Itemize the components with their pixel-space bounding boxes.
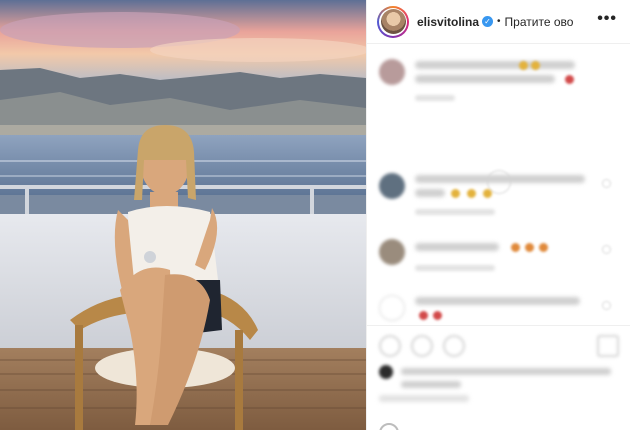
- post-header: elisvitolina ✓ • Пратите ово •••: [367, 0, 630, 44]
- comment-like-icon[interactable]: [602, 301, 611, 310]
- comment-meta: [415, 265, 495, 271]
- emoji-icon: [519, 61, 528, 70]
- emoji-icon: [539, 243, 548, 252]
- comment-text: [415, 189, 445, 197]
- emoji-icon: [467, 189, 476, 198]
- commenter-avatar[interactable]: [379, 173, 405, 199]
- list-item: [379, 59, 619, 109]
- list-item: [379, 295, 619, 325]
- liker-avatar[interactable]: [379, 365, 393, 379]
- commenter-avatar[interactable]: [379, 59, 405, 85]
- emoji-icon[interactable]: [379, 423, 399, 430]
- emoji-icon: [525, 243, 534, 252]
- author-avatar[interactable]: [377, 5, 409, 38]
- commenter-avatar[interactable]: [379, 239, 405, 265]
- emoji-icon: [451, 189, 460, 198]
- comments-list: [367, 45, 630, 325]
- comment-text: [415, 175, 585, 183]
- more-options-icon[interactable]: •••: [597, 10, 617, 28]
- follow-button[interactable]: Пратите ово: [505, 15, 574, 29]
- share-icon[interactable]: [443, 335, 465, 357]
- list-item: [379, 173, 619, 223]
- list-item: [379, 239, 619, 283]
- verified-badge-icon: ✓: [482, 16, 494, 27]
- emoji-icon: [531, 61, 540, 70]
- comment-like-icon[interactable]: [602, 179, 611, 188]
- bookmark-icon[interactable]: [597, 335, 619, 357]
- author-username[interactable]: elisvitolina: [417, 15, 479, 29]
- comment-text: [415, 243, 499, 251]
- comment-meta: [415, 209, 495, 215]
- emoji-icon: [433, 311, 442, 320]
- comment-text: [415, 297, 580, 305]
- emoji-icon: [565, 75, 574, 84]
- post-timestamp: [379, 395, 469, 402]
- likes-text[interactable]: [401, 381, 461, 388]
- emoji-icon: [511, 243, 520, 252]
- likes-summary: [379, 365, 619, 405]
- post-photo[interactable]: [0, 0, 366, 430]
- post-side-panel: elisvitolina ✓ • Пратите ово •••: [366, 0, 630, 430]
- emoji-icon: [419, 311, 428, 320]
- comment-text: [415, 75, 555, 83]
- heart-icon[interactable]: [379, 335, 401, 357]
- comment-icon[interactable]: [411, 335, 433, 357]
- comment-like-icon[interactable]: [602, 245, 611, 254]
- emoji-icon: [483, 189, 492, 198]
- comment-meta: [415, 95, 455, 101]
- post-photo-image: [0, 0, 366, 430]
- header-separator: •: [497, 16, 501, 27]
- post-actions-bar: [367, 325, 630, 365]
- comment-text: [415, 61, 575, 69]
- commenter-avatar[interactable]: [379, 295, 405, 321]
- likes-text[interactable]: [401, 368, 611, 375]
